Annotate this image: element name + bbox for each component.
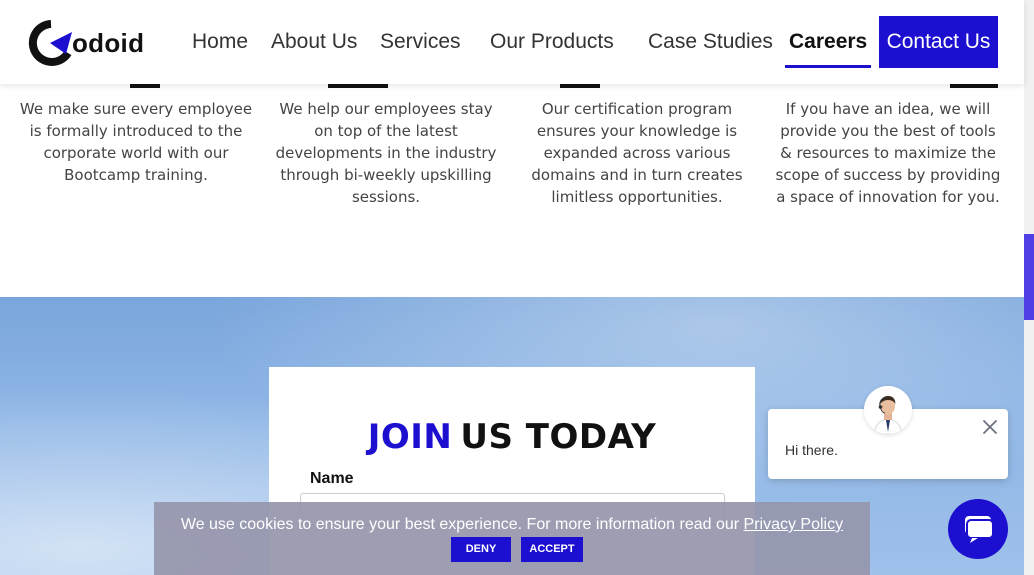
- benefit-text-line: scope of success by providing: [775, 166, 1001, 184]
- join-title: JOIN US TODAY: [269, 417, 755, 457]
- benefit-text-line: is formally introduced to the: [29, 122, 243, 140]
- heading-fragment: [950, 84, 998, 88]
- benefit-text-line: provide you the best of tools: [780, 122, 996, 140]
- nav-our-products[interactable]: Our Products: [490, 16, 614, 68]
- heading-fragment: [560, 84, 600, 88]
- cookie-message: We use cookies to ensure your best exper…: [154, 516, 870, 534]
- benefit-text-line: a space of innovation for you.: [776, 188, 1000, 206]
- benefit-text-line: limitless opportunities.: [551, 188, 723, 206]
- benefit-text-line: Our certification program: [541, 100, 733, 118]
- benefit-text-line: We help our employees stay: [279, 100, 493, 118]
- benefit-innovation: If you have an idea, we will provide you…: [768, 98, 1008, 208]
- benefit-text-line: through bi-weekly upskilling: [280, 166, 492, 184]
- deny-button[interactable]: DENY: [451, 537, 511, 562]
- benefit-text-line: corporate world with our: [43, 144, 229, 162]
- nav-home[interactable]: Home: [192, 16, 248, 68]
- heading-fragment: [130, 84, 160, 88]
- chat-bubbles-icon: [965, 516, 994, 543]
- nav-services[interactable]: Services: [380, 16, 461, 68]
- accept-button[interactable]: ACCEPT: [521, 537, 583, 562]
- chat-agent-avatar: [864, 386, 912, 434]
- chat-greeting: Hi there.: [785, 442, 838, 458]
- page-scrollbar-thumb[interactable]: [1024, 234, 1034, 320]
- benefit-text-line: & resources to maximize the: [780, 144, 996, 162]
- benefit-text-line: ensures your knowledge is: [536, 122, 738, 140]
- benefit-text-line: domains and in turn creates: [531, 166, 743, 184]
- privacy-policy-link[interactable]: Privacy Policy: [744, 516, 844, 533]
- chat-launcher-button[interactable]: [948, 499, 1008, 559]
- site-header: odoid Home About Us Services Our Product…: [0, 0, 1024, 84]
- nav-case-studies[interactable]: Case Studies: [648, 16, 773, 68]
- nav-about-us[interactable]: About Us: [271, 16, 357, 68]
- cookie-text: We use cookies to ensure your best exper…: [180, 516, 740, 533]
- codoid-logo[interactable]: odoid: [28, 19, 144, 67]
- contact-us-button[interactable]: Contact Us: [879, 16, 998, 68]
- benefit-text-line: expanded across various: [543, 144, 731, 162]
- benefit-text-line: sessions.: [351, 188, 421, 206]
- support-agent-icon: [864, 386, 912, 434]
- join-title-accent: JOIN: [367, 417, 453, 457]
- nav-careers[interactable]: Careers: [784, 16, 872, 68]
- logo-text: odoid: [72, 27, 145, 58]
- cookie-banner: We use cookies to ensure your best exper…: [154, 502, 870, 575]
- benefit-certification: Our certification program ensures your k…: [517, 98, 757, 208]
- benefit-text-line: developments in the industry: [275, 144, 497, 162]
- logo-mark-icon: [28, 20, 72, 66]
- benefit-upskilling: We help our employees stay on top of the…: [266, 98, 506, 208]
- benefit-text-line: We make sure every employee: [19, 100, 253, 118]
- join-title-rest: US TODAY: [460, 417, 657, 457]
- close-icon[interactable]: [981, 418, 999, 436]
- benefit-text-line: Bootcamp training.: [64, 166, 208, 184]
- heading-fragment: [328, 84, 388, 88]
- benefit-text-line: on top of the latest: [314, 122, 458, 140]
- benefit-text-line: If you have an idea, we will: [785, 100, 991, 118]
- benefit-bootcamp: We make sure every employee is formally …: [16, 98, 256, 186]
- name-label: Name: [310, 470, 354, 487]
